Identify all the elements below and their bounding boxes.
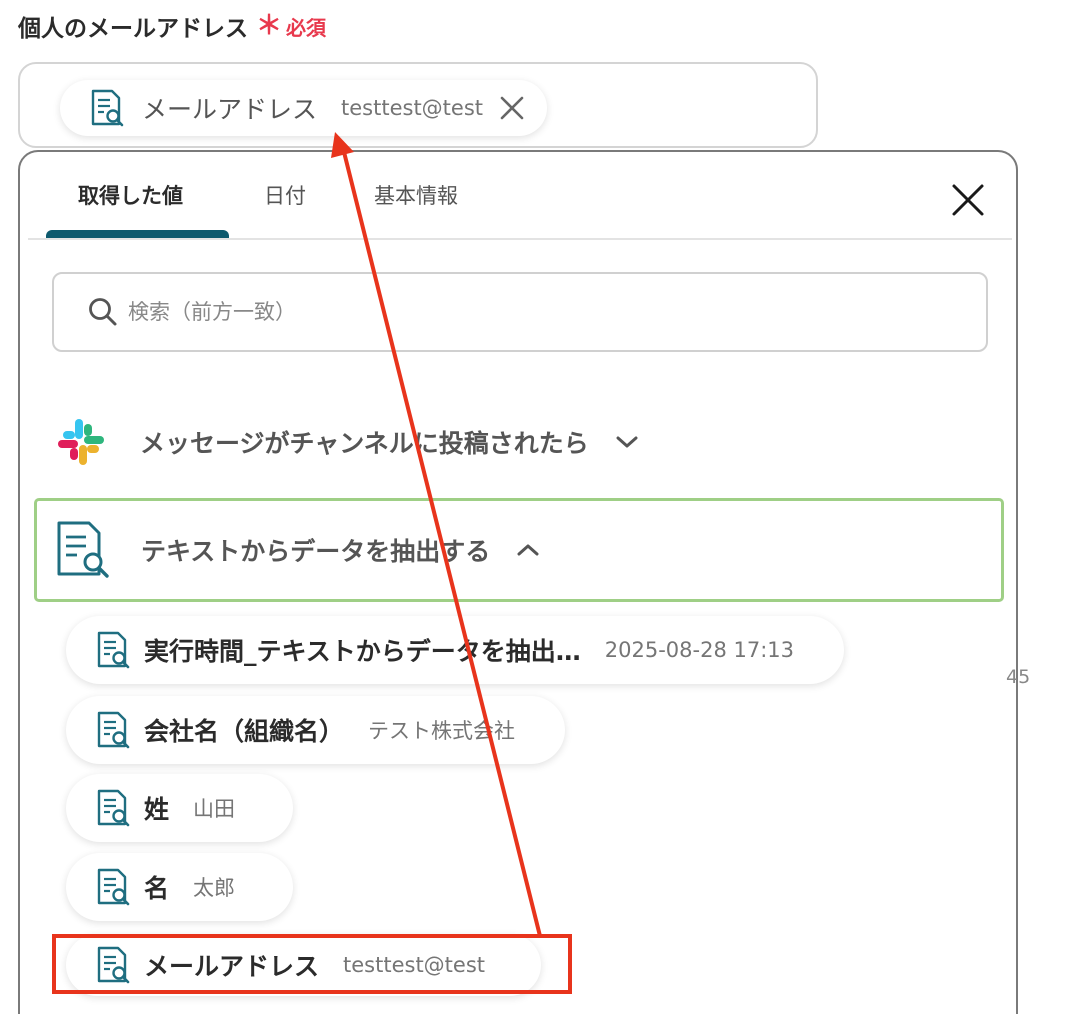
- tab-date[interactable]: 日付: [264, 180, 306, 210]
- item-label: メールアドレス: [144, 952, 320, 981]
- section-slack-trigger[interactable]: メッセージがチャンネルに投稿されたら: [56, 412, 639, 472]
- section-label: テキストからデータを抽出する: [141, 537, 491, 566]
- tab-basic-info[interactable]: 基本情報: [374, 180, 458, 210]
- field-label: 個人のメールアドレス ＊ 必須: [18, 8, 326, 44]
- item-label: 姓: [144, 795, 170, 824]
- selected-value-chip[interactable]: メールアドレス testtest@test: [60, 80, 548, 136]
- document-search-icon: [97, 631, 130, 669]
- item-value: testtest@test: [343, 953, 486, 977]
- item-label: 名: [144, 874, 170, 903]
- item-value: 太郎: [193, 876, 236, 900]
- item-value: テスト株式会社: [368, 719, 516, 743]
- active-tab-indicator: [46, 230, 229, 238]
- section-label: メッセージがチャンネルに投稿されたら: [140, 429, 589, 458]
- tab-retrieved-values[interactable]: 取得した値: [78, 180, 183, 210]
- document-search-icon: [57, 521, 109, 578]
- required-mark: ＊: [256, 11, 283, 41]
- selected-chip-value: testtest@test: [341, 96, 484, 120]
- document-search-icon: [91, 89, 124, 127]
- list-item[interactable]: 会社名（組織名） テスト株式会社: [66, 696, 566, 764]
- chevron-down-icon: [616, 436, 638, 448]
- document-search-icon: [97, 711, 130, 749]
- close-icon: [500, 96, 524, 120]
- search-input[interactable]: [128, 300, 828, 324]
- search-box[interactable]: [52, 272, 988, 352]
- document-search-icon: [97, 946, 130, 984]
- side-partial-text: 45: [1006, 666, 1031, 688]
- chevron-up-icon: [517, 544, 539, 556]
- list-item[interactable]: 実行時間_テキストからデータを抽出… 2025-08-28 17:13: [66, 616, 845, 684]
- remove-chip-button[interactable]: [495, 91, 529, 125]
- list-item[interactable]: メールアドレス testtest@test: [66, 934, 542, 996]
- field-label-text: 個人のメールアドレス: [18, 16, 248, 42]
- item-label: 実行時間_テキストからデータを抽出…: [144, 637, 581, 666]
- document-search-icon: [97, 789, 130, 827]
- required-indicator: ＊ 必須: [256, 12, 326, 41]
- search-icon: [89, 298, 117, 326]
- item-value: 山田: [193, 797, 236, 821]
- email-field[interactable]: メールアドレス testtest@test: [18, 62, 818, 148]
- document-search-icon: [97, 868, 130, 906]
- list-item[interactable]: 姓 山田: [66, 774, 294, 842]
- item-label: 会社名（組織名）: [144, 717, 345, 746]
- slack-icon: [58, 419, 104, 465]
- required-text: 必須: [286, 15, 327, 40]
- close-panel-button[interactable]: [950, 182, 986, 218]
- value-picker-panel: 取得した値 日付 基本情報 メッセージがチャンネルに投稿されたら: [18, 150, 1018, 1014]
- list-item[interactable]: 名 太郎: [66, 853, 294, 921]
- section-extract-data[interactable]: テキストからデータを抽出する: [34, 498, 1004, 602]
- selected-chip-label: メールアドレス: [142, 95, 318, 124]
- tab-bar: 取得した値 日付 基本情報: [28, 152, 1012, 240]
- item-value: 2025-08-28 17:13: [604, 638, 795, 662]
- close-icon: [952, 184, 984, 216]
